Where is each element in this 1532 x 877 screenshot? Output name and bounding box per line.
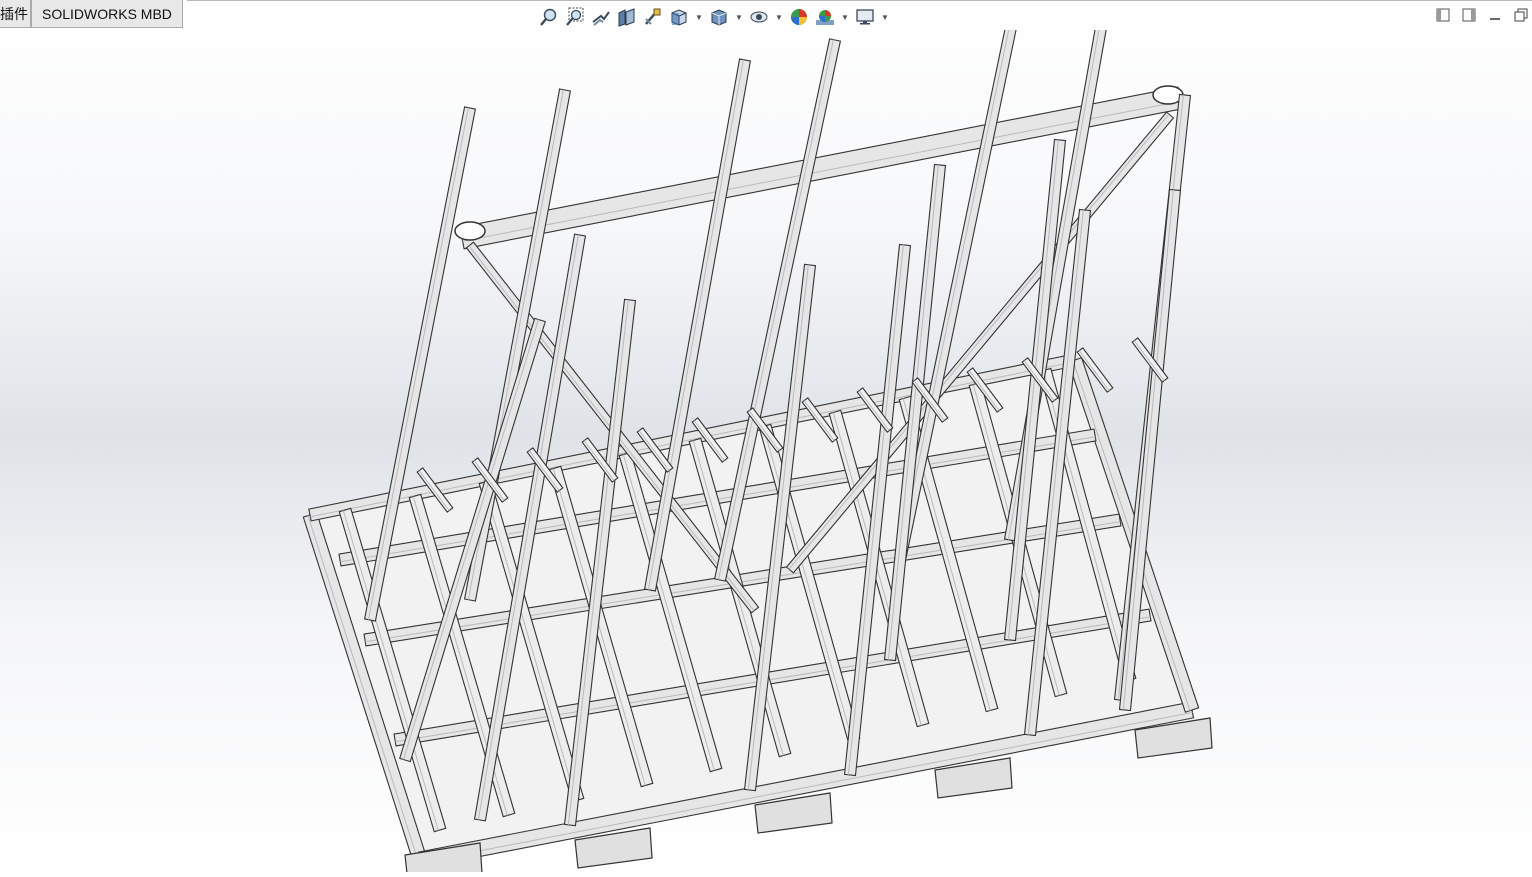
hide-show-items-icon[interactable]: [748, 6, 770, 28]
section-view-icon[interactable]: [616, 6, 638, 28]
tab-solidworks-mbd[interactable]: SOLIDWORKS MBD: [31, 0, 183, 28]
edit-appearance-icon[interactable]: [788, 6, 810, 28]
display-style-icon[interactable]: [708, 6, 730, 28]
zoom-to-fit-icon[interactable]: [538, 6, 560, 28]
view-settings-dropdown-icon[interactable]: ▼: [880, 6, 890, 28]
apply-scene-icon[interactable]: [814, 6, 836, 28]
dynamic-annotation-icon[interactable]: [642, 6, 664, 28]
graphics-area[interactable]: [0, 3, 1532, 877]
glass-rack-model[interactable]: [0, 3, 1532, 877]
view-orientation-dropdown-icon[interactable]: ▼: [694, 6, 704, 28]
toolbar-divider: [187, 0, 1532, 1]
tab-add-ins[interactable]: 插件: [0, 0, 31, 28]
hide-show-dropdown-icon[interactable]: ▼: [774, 6, 784, 28]
window-controls: [1436, 8, 1528, 22]
heads-up-view-toolbar: ▼ ▼ ▼ ▼ ▼: [538, 4, 890, 30]
lifting-eye-left: [454, 221, 486, 241]
apply-scene-dropdown-icon[interactable]: ▼: [840, 6, 850, 28]
view-settings-icon[interactable]: [854, 6, 876, 28]
tile-right-icon[interactable]: [1462, 8, 1476, 22]
restore-icon[interactable]: [1514, 8, 1528, 22]
previous-view-icon[interactable]: [590, 6, 612, 28]
command-manager-tabs: 插件 SOLIDWORKS MBD: [0, 0, 183, 30]
zoom-to-area-icon[interactable]: [564, 6, 586, 28]
minimize-icon[interactable]: [1488, 8, 1502, 22]
display-style-dropdown-icon[interactable]: ▼: [734, 6, 744, 28]
tile-left-icon[interactable]: [1436, 8, 1450, 22]
view-orientation-icon[interactable]: [668, 6, 690, 28]
